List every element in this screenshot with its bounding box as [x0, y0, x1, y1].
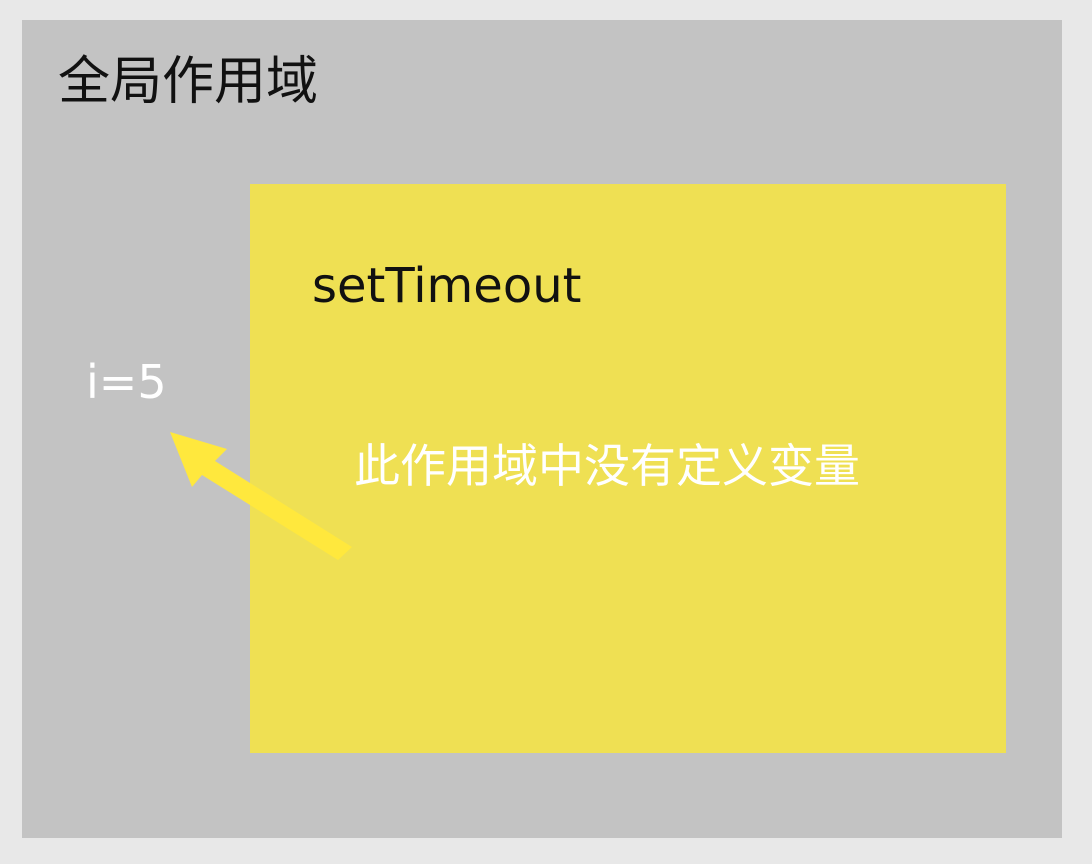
settimeout-scope-title: setTimeout — [312, 258, 582, 314]
settimeout-scope-box: setTimeout 此作用域中没有定义变量 — [250, 184, 1006, 753]
scope-note: 此作用域中没有定义变量 — [354, 439, 860, 493]
global-scope-title: 全局作用域 — [58, 52, 319, 112]
variable-label: i=5 — [86, 355, 167, 409]
global-scope-box: 全局作用域 i=5 setTimeout 此作用域中没有定义变量 — [22, 20, 1062, 838]
